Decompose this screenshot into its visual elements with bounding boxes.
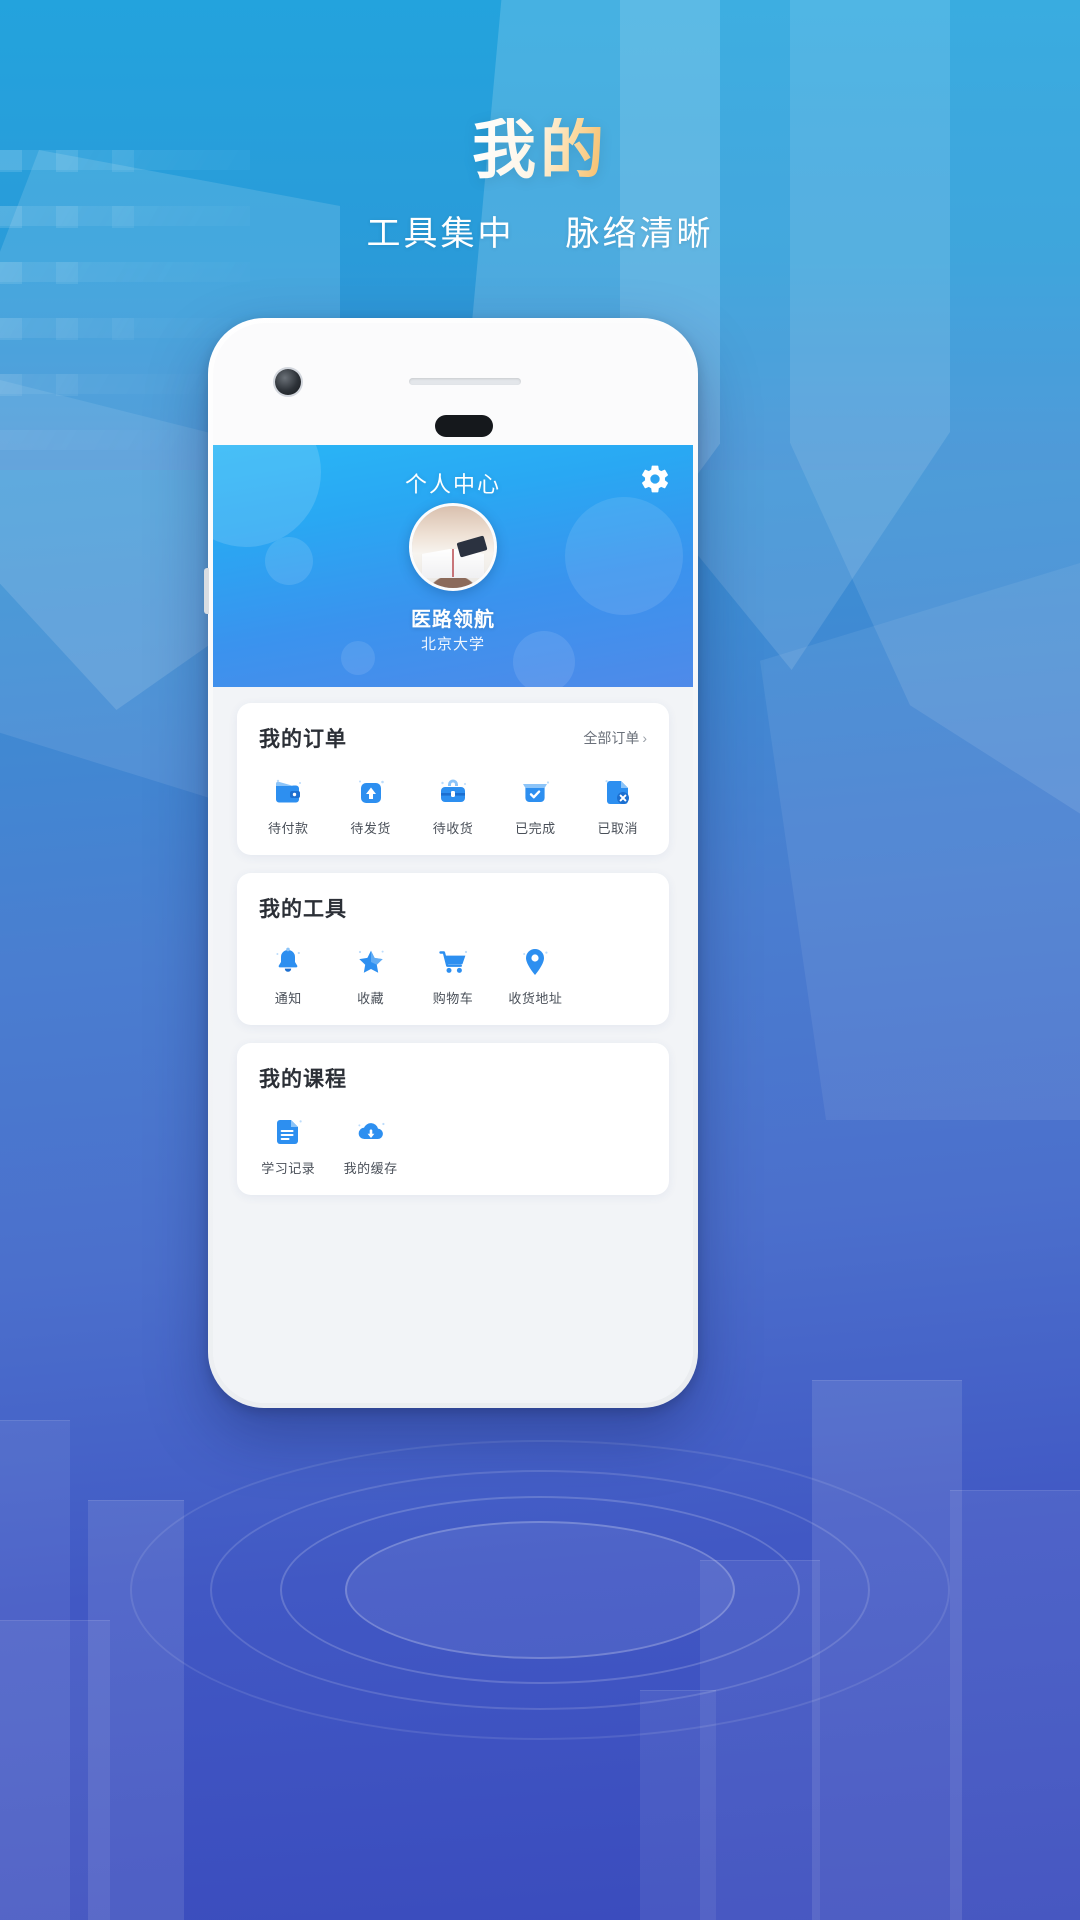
order-item-cancelled[interactable]: 已取消 — [577, 775, 659, 837]
phone-mockup: 个人中心 医路领航 北京大学 我的订单 全部订单 › 待付款 待发货 待收货 已… — [204, 318, 698, 1408]
tool-item-label: 通知 — [274, 991, 302, 1006]
courses-grid: 学习记录 我的缓存 — [241, 1099, 665, 1177]
phone-screen: 个人中心 医路领航 北京大学 我的订单 全部订单 › 待付款 待发货 待收货 已… — [213, 445, 693, 1403]
orders-card-title: 我的订单 — [259, 728, 347, 751]
tool-item-label: 收藏 — [357, 991, 385, 1006]
content-bottom-spacer — [237, 1213, 669, 1239]
earpiece-speaker — [409, 378, 521, 385]
content-cards: 我的订单 全部订单 › 待付款 待发货 待收货 已完成 已取消 我的工具 通知 … — [213, 687, 693, 1239]
course-item-label: 学习记录 — [261, 1161, 316, 1176]
tool-item-notifications[interactable]: 通知 — [247, 945, 329, 1007]
course-item-study-record[interactable]: 学习记录 — [247, 1115, 329, 1177]
app-header-title: 个人中心 — [404, 472, 501, 497]
promo-headline: 我的 工具集中 脉络清晰 — [0, 118, 1080, 255]
wallet-icon — [271, 775, 305, 809]
cloud-download-icon — [354, 1115, 388, 1149]
orders-grid: 待付款 待发货 待收货 已完成 已取消 — [241, 759, 665, 837]
courses-grid-spacer-1 — [412, 1115, 494, 1177]
package-icon — [436, 775, 470, 809]
page-subtitle: 工具集中 脉络清晰 — [0, 206, 1080, 255]
order-item-label: 待付款 — [267, 821, 309, 836]
avatar[interactable] — [409, 503, 497, 591]
cart-icon — [436, 945, 470, 979]
tools-grid: 通知 收藏 购物车 收货地址 — [241, 929, 665, 1007]
front-camera-icon — [275, 369, 301, 395]
orders-card: 我的订单 全部订单 › 待付款 待发货 待收货 已完成 已取消 — [237, 703, 669, 855]
order-item-pending-receipt[interactable]: 待收货 — [412, 775, 494, 837]
page-title: 我的 — [472, 114, 608, 186]
header-bubble-2 — [265, 537, 313, 585]
chevron-right-icon: › — [642, 730, 647, 746]
tools-card-header: 我的工具 — [241, 893, 665, 923]
bell-icon — [271, 945, 305, 979]
header-bubble-3 — [565, 497, 683, 615]
tools-card-title: 我的工具 — [259, 898, 347, 921]
orders-card-header: 我的订单 全部订单 › — [241, 723, 665, 753]
tool-item-shipping-address[interactable]: 收货地址 — [494, 945, 576, 1007]
tool-item-cart[interactable]: 购物车 — [412, 945, 494, 1007]
user-organization: 北京大学 — [420, 636, 485, 653]
courses-grid-spacer-2 — [494, 1115, 576, 1177]
order-item-label: 待发货 — [350, 821, 391, 836]
order-item-label: 已完成 — [515, 821, 556, 836]
all-orders-link[interactable]: 全部订单 › — [583, 728, 647, 748]
subtitle-part-right: 脉络清晰 — [565, 215, 714, 253]
courses-card: 我的课程 学习记录 我的缓存 — [237, 1043, 669, 1195]
courses-card-title: 我的课程 — [259, 1068, 347, 1091]
app-header: 个人中心 医路领航 北京大学 — [213, 445, 693, 687]
document-icon — [271, 1115, 305, 1149]
phone-bezel: 个人中心 医路领航 北京大学 我的订单 全部订单 › 待付款 待发货 待收货 已… — [213, 323, 693, 1403]
courses-card-header: 我的课程 — [241, 1063, 665, 1093]
all-orders-label: 全部订单 — [583, 730, 640, 746]
subtitle-part-left: 工具集中 — [366, 215, 515, 253]
order-item-completed[interactable]: 已完成 — [494, 775, 576, 837]
order-item-pending-shipment[interactable]: 待发货 — [329, 775, 411, 837]
tools-card: 我的工具 通知 收藏 购物车 收货地址 — [237, 873, 669, 1025]
course-item-label: 我的缓存 — [343, 1161, 398, 1176]
star-icon — [354, 945, 388, 979]
proximity-sensor — [435, 415, 493, 437]
order-item-label: 已取消 — [597, 821, 639, 836]
gear-icon[interactable] — [639, 463, 671, 495]
avatar-book-spine — [452, 548, 455, 577]
check-box-icon — [518, 775, 552, 809]
user-name: 医路领航 — [411, 609, 495, 631]
tool-item-label: 收货地址 — [508, 991, 563, 1006]
cancel-doc-icon — [601, 775, 635, 809]
order-item-pending-payment[interactable]: 待付款 — [247, 775, 329, 837]
order-item-label: 待收货 — [432, 821, 474, 836]
course-item-my-cache[interactable]: 我的缓存 — [329, 1115, 411, 1177]
box-arrow-up-icon — [354, 775, 388, 809]
tool-item-favorites[interactable]: 收藏 — [329, 945, 411, 1007]
location-pin-icon — [518, 945, 552, 979]
tool-item-label: 购物车 — [432, 991, 474, 1006]
